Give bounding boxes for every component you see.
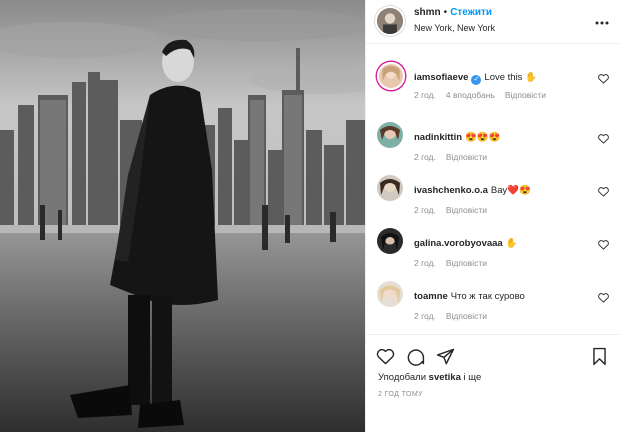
commenter-avatar[interactable]: [377, 228, 403, 254]
more-options-icon[interactable]: [595, 12, 609, 28]
author-avatar-image: [377, 8, 403, 34]
post-actions: Уподобали svetika і ще 2 ГОД ТОМУ: [366, 334, 620, 432]
comment-item: ivashchenko.o.a Вау❤️😍 2 год. Відповісти: [366, 161, 620, 215]
liked-others-link[interactable]: і ще: [464, 372, 482, 383]
save-bookmark-icon[interactable]: [590, 347, 609, 366]
post-timestamp[interactable]: 2 ГОД ТОМУ: [378, 391, 423, 398]
post-header: shmn • Стежити New York, New York: [366, 0, 620, 44]
liked-prefix: Уподобали: [378, 372, 427, 383]
post-details-panel: shmn • Стежити New York, New York iamsofia…: [365, 0, 620, 432]
comment-time[interactable]: 2 год.: [414, 90, 436, 100]
verified-badge-icon: ✓: [471, 75, 482, 85]
comment-text-line: iamsofiaeve ✓ Love this ✋: [414, 72, 537, 85]
like-comment-heart-icon[interactable]: [598, 293, 609, 303]
comment-body: Что ж так сурово: [450, 291, 525, 302]
like-comment-heart-icon[interactable]: [598, 74, 609, 84]
author-username[interactable]: shmn: [414, 7, 441, 18]
comment-body: ✋: [505, 238, 518, 249]
comment-body: Love this ✋: [484, 72, 537, 83]
comment-body: 😍😍😍: [465, 132, 501, 143]
comment-meta: 2 год. 4 вподобань Відповісти: [414, 90, 556, 100]
comment-time[interactable]: 2 год.: [414, 311, 436, 321]
comment-text-line: toamne Что ж так сурово: [414, 291, 525, 302]
commenter-avatar[interactable]: [377, 62, 405, 90]
like-comment-heart-icon[interactable]: [598, 134, 609, 144]
commenter-avatar[interactable]: [377, 175, 403, 201]
liked-by-line: Уподобали svetika і ще: [378, 372, 481, 383]
commenter-username[interactable]: iamsofiaeve: [414, 72, 468, 83]
comment-item: nadinkittin 😍😍😍 2 год. Відповісти: [366, 108, 620, 162]
comment-meta: 2 год. Відповісти: [414, 311, 497, 321]
commenter-username[interactable]: toamne: [414, 291, 448, 302]
like-heart-icon[interactable]: [376, 347, 395, 366]
reply-button[interactable]: Відповісти: [505, 90, 546, 100]
follow-button[interactable]: Стежити: [450, 7, 492, 18]
commenter-username[interactable]: ivashchenko.o.a: [414, 185, 488, 196]
city-skyline-image: [0, 0, 365, 432]
commenter-username[interactable]: nadinkittin: [414, 132, 462, 143]
comments-list: iamsofiaeve ✓ Love this ✋ 2 год. 4 вподобан…: [366, 44, 620, 334]
author-line: shmn • Стежити: [414, 7, 492, 18]
separator-dot: •: [443, 7, 448, 18]
comment-text-line: galina.vorobyovaaa ✋: [414, 238, 518, 249]
comment-text-line: ivashchenko.o.a Вау❤️😍: [414, 185, 531, 196]
comment-bubble-icon[interactable]: [406, 347, 425, 366]
liked-by-user[interactable]: svetika: [429, 372, 461, 383]
like-comment-heart-icon[interactable]: [598, 240, 609, 250]
comment-text-line: nadinkittin 😍😍😍: [414, 132, 501, 143]
comment-item: iamsofiaeve ✓ Love this ✋ 2 год. 4 вподобан…: [366, 44, 620, 108]
comment-item: galina.vorobyovaaa ✋ 2 год. Відповісти: [366, 214, 620, 268]
reply-button[interactable]: Відповісти: [446, 311, 487, 321]
author-avatar[interactable]: [375, 6, 405, 36]
commenter-avatar[interactable]: [377, 281, 403, 307]
like-comment-heart-icon[interactable]: [598, 187, 609, 197]
comment-body: Вау❤️😍: [490, 185, 531, 196]
commenter-username[interactable]: galina.vorobyovaaa: [414, 238, 503, 249]
comment-likes[interactable]: 4 вподобань: [446, 90, 495, 100]
comment-item: toamne Что ж так сурово 2 год. Відповісти: [366, 267, 620, 321]
post-photo[interactable]: [0, 0, 365, 432]
share-plane-icon[interactable]: [436, 347, 455, 366]
commenter-avatar[interactable]: [377, 122, 403, 148]
post-location[interactable]: New York, New York: [414, 23, 495, 33]
